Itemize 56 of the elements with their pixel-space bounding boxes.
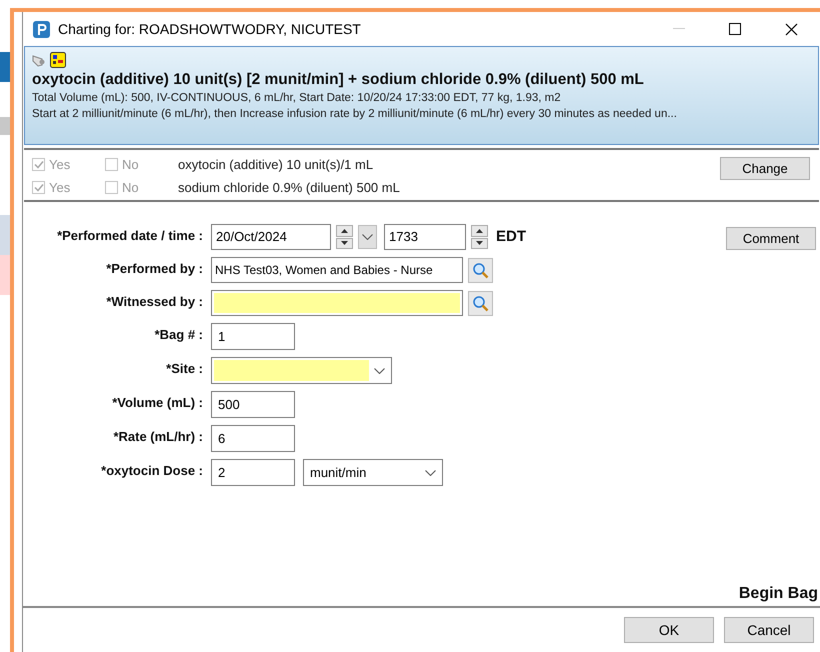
- section-label: Begin Bag: [738, 584, 818, 604]
- input-field[interactable]: 2: [211, 459, 295, 486]
- time-zone: EDT: [496, 226, 526, 247]
- checkbox-label: No: [122, 156, 139, 174]
- date-field[interactable]: 20/Oct/2024: [211, 224, 331, 250]
- change-button[interactable]: Change: [720, 157, 810, 180]
- search-button[interactable]: [468, 290, 493, 316]
- order-details: Total Volume (mL): 500, IV-CONTINUOUS, 6 mL/hr, Start Date: 10/20/24 17:33:00 EDT, 77 kg, 1.93, m2: [32, 91, 562, 106]
- caret-down-icon: [476, 241, 483, 246]
- input-field[interactable]: 1: [211, 323, 295, 350]
- order-instructions: Start at 2 milliunit/minute (6 mL/hr), then Increase infusion rate by 2 milliunit/minute (6 mL/hr) every 30 minutes as needed un...: [32, 107, 678, 122]
- field-label: *Bag # :: [154, 326, 203, 344]
- chevron-down-icon: [362, 234, 373, 240]
- unit-dropdown[interactable]: munit/min: [303, 459, 443, 486]
- field-label: *Site :: [165, 360, 203, 378]
- spin-down-button[interactable]: [471, 238, 488, 249]
- window-title: Charting for: ROADSHOWTWODRY, NICUTEST: [58, 20, 361, 39]
- checkbox[interactable]: [32, 158, 45, 171]
- field-label: *Performed by :: [105, 260, 203, 278]
- lookup-field[interactable]: NHS Test03, Women and Babies - Nurse: [211, 257, 463, 283]
- time-field[interactable]: 1733: [384, 224, 466, 250]
- order-title: oxytocin (additive) 10 unit(s) [2 munit/min] + sodium chloride 0.9% (diluent) 500 mL: [32, 70, 645, 90]
- spin-up-button[interactable]: [336, 225, 353, 236]
- field-label: *oxytocin Dose :: [100, 462, 203, 480]
- dialog-button[interactable]: Cancel: [724, 617, 814, 643]
- chevron-down-icon: [374, 368, 384, 374]
- dropdown-field[interactable]: [211, 357, 392, 384]
- close-icon[interactable]: [785, 22, 798, 36]
- spin-up-button[interactable]: [471, 225, 488, 236]
- checkbox[interactable]: [105, 181, 118, 194]
- input-field[interactable]: 500: [211, 391, 295, 418]
- field-label: *Witnessed by :: [105, 293, 203, 311]
- caret-up-icon: [476, 228, 483, 233]
- field-label: *Volume (mL) :: [111, 394, 203, 412]
- checkbox[interactable]: [32, 181, 45, 194]
- field-label: *Performed date / time :: [56, 227, 203, 245]
- ingredient-name: oxytocin (additive) 10 unit(s)/1 mL: [178, 156, 374, 174]
- status-icon: [50, 52, 66, 68]
- checkbox-label: Yes: [49, 178, 70, 197]
- chevron-down-icon: [425, 470, 436, 476]
- search-button[interactable]: [468, 258, 493, 282]
- maximize-icon[interactable]: [729, 23, 741, 35]
- dialog-button[interactable]: OK: [624, 617, 714, 643]
- ingredient-name: sodium chloride 0.9% (diluent) 500 mL: [178, 178, 400, 197]
- checkbox-label: Yes: [49, 156, 70, 174]
- field-label: *Rate (mL/hr) :: [112, 428, 203, 446]
- spin-down-button[interactable]: [336, 238, 353, 249]
- checkbox-label: No: [122, 178, 139, 197]
- comment-button[interactable]: Comment: [726, 227, 816, 250]
- calendar-dropdown[interactable]: [358, 225, 377, 249]
- checkbox[interactable]: [105, 158, 118, 171]
- caret-up-icon: [341, 228, 348, 233]
- input-field[interactable]: 6: [211, 425, 295, 452]
- caret-down-icon: [341, 241, 348, 246]
- lookup-field[interactable]: [211, 290, 463, 316]
- app-icon: [33, 20, 50, 38]
